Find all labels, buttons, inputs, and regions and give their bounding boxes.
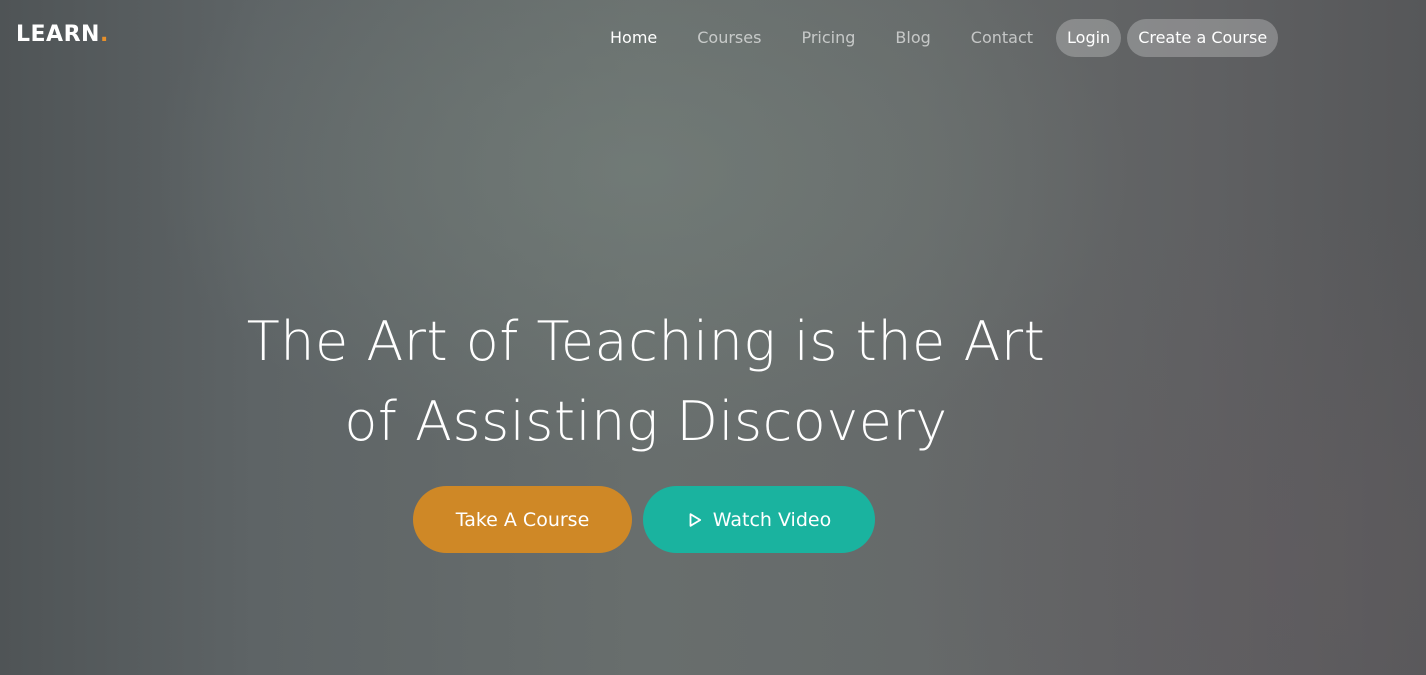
hero-title-line-1: The Art of Teaching is the Art [246,310,1046,373]
take-course-label: Take A Course [455,508,590,531]
create-course-button[interactable]: Create a Course [1127,19,1279,57]
hero-title-line-2: of Assisting Discovery [344,390,948,453]
login-button[interactable]: Login [1056,19,1122,57]
main-nav: Home Courses Pricing Blog Contact Login … [590,19,1279,57]
logo-text: LEARN [16,22,100,47]
watch-video-label: Watch Video [712,508,832,531]
nav-link-contact[interactable]: Contact [951,19,1053,57]
nav-link-courses[interactable]: Courses [677,19,781,57]
nav-link-home[interactable]: Home [590,19,677,57]
watch-video-button[interactable]: Watch Video [643,486,875,553]
hero-title: The Art of Teaching is the Art of Assist… [186,302,1106,462]
nav-link-blog[interactable]: Blog [875,19,950,57]
logo-dot: . [99,22,109,47]
nav-link-pricing[interactable]: Pricing [781,19,875,57]
play-icon [689,512,701,527]
logo[interactable]: LEARN. [16,22,109,47]
take-course-button[interactable]: Take A Course [413,486,632,553]
